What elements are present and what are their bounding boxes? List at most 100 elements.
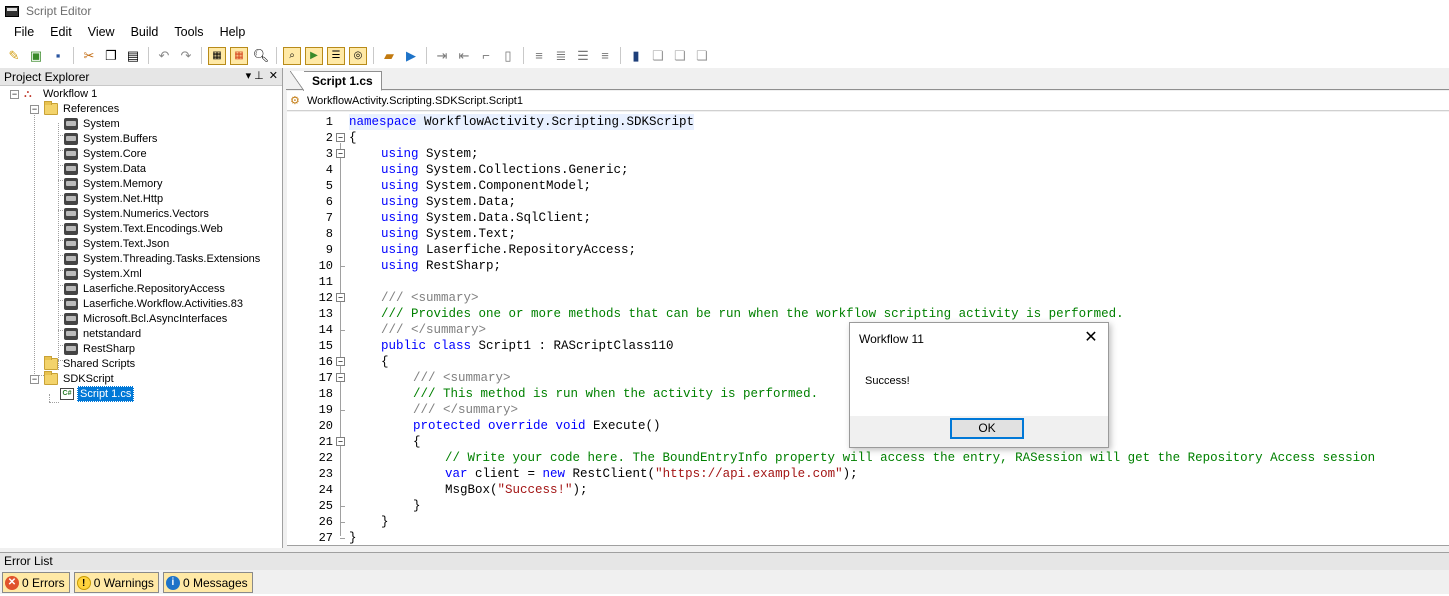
tree-node-reference[interactable]: System.Memory	[64, 176, 164, 191]
tree-label: System.Buffers	[83, 132, 158, 145]
warning-icon: !	[76, 575, 91, 590]
dialog-close-button[interactable]: ✕	[1081, 328, 1101, 348]
window-icon[interactable]: ▮	[627, 47, 645, 65]
code-line: /// <summary>	[381, 291, 479, 305]
tree-node-reference[interactable]: System.Text.Encodings.Web	[64, 221, 225, 236]
line-number: 16	[318, 355, 333, 369]
menu-file[interactable]: File	[6, 22, 42, 43]
justify-icon[interactable]: ≡	[596, 47, 614, 65]
tree-node-shared-scripts[interactable]: Shared Scripts	[44, 355, 137, 371]
paste-icon[interactable]: ▤	[124, 47, 142, 65]
script-window-icon[interactable]: ☰	[327, 46, 345, 65]
messages-count: 0 Messages	[182, 575, 248, 590]
project-explorer-panel: Project Explorer ▾ ⊥ ✕ − ⛬ Workflow 1 − …	[0, 68, 283, 548]
align-left-icon[interactable]: ≡	[530, 47, 548, 65]
tree-label: Laserfiche.RepositoryAccess	[83, 282, 225, 295]
menu-help[interactable]: Help	[212, 22, 254, 43]
run-icon[interactable]: ▶	[402, 47, 420, 65]
ok-button[interactable]: OK	[950, 418, 1024, 439]
line-number: 4	[325, 163, 333, 177]
tree-node-reference[interactable]: Laserfiche.Workflow.Activities.83	[64, 296, 245, 311]
tab-script1[interactable]: Script 1.cs	[290, 71, 382, 91]
cut-icon[interactable]: ✂	[80, 47, 98, 65]
copy-icon[interactable]: ❐	[102, 47, 120, 65]
fold-toggle[interactable]: −	[336, 373, 345, 382]
tree-node-reference[interactable]: System.Core	[64, 146, 149, 161]
comment-icon[interactable]: ⌐	[477, 47, 495, 65]
errors-filter-button[interactable]: ✕ 0 Errors	[2, 572, 70, 593]
fold-toggle[interactable]: −	[336, 437, 345, 446]
indent-icon[interactable]: ⇥	[433, 47, 451, 65]
tree-node-script-file[interactable]: C# Script 1.cs	[60, 385, 135, 402]
new-icon[interactable]: ✎	[5, 47, 23, 65]
tree-node-reference[interactable]: System.Threading.Tasks.Extensions	[64, 251, 262, 266]
toolbar-separator	[276, 47, 277, 64]
undo-icon[interactable]: ↶	[155, 47, 173, 65]
warnings-filter-button[interactable]: ! 0 Warnings	[73, 572, 159, 593]
debug-window-icon[interactable]: ◎	[349, 46, 367, 65]
find-replace-icon[interactable]: ⌕	[283, 46, 301, 65]
toggle-view-icon[interactable]: ▦	[208, 46, 226, 65]
tree-node-reference[interactable]: System.Xml	[64, 266, 144, 281]
close-icon[interactable]: ✕	[269, 69, 278, 82]
code-line: using System.Text;	[381, 227, 517, 241]
redo-icon[interactable]: ↷	[177, 47, 195, 65]
errors-count: 0 Errors	[22, 575, 65, 590]
menu-build[interactable]: Build	[123, 22, 167, 43]
fold-toggle[interactable]: −	[336, 133, 345, 142]
sdkscript-expander[interactable]: −	[30, 375, 39, 384]
menu-bar: File Edit View Build Tools Help	[0, 22, 1449, 43]
line-number: 7	[325, 211, 333, 225]
save-icon[interactable]: ▪	[49, 47, 67, 65]
code-line: using Laserfiche.RepositoryAccess;	[381, 243, 637, 257]
tree-node-reference[interactable]: Microsoft.Bcl.AsyncInterfaces	[64, 311, 229, 326]
tree-node-reference[interactable]: Laserfiche.RepositoryAccess	[64, 281, 227, 296]
close-all-icon[interactable]: ❏	[693, 47, 711, 65]
align-center-icon[interactable]: ≣	[552, 47, 570, 65]
line-number: 3	[325, 147, 333, 161]
line-number: 20	[318, 419, 333, 433]
references-expander[interactable]: −	[30, 105, 39, 114]
find-icon[interactable]: 🔍︎	[252, 47, 270, 65]
project-explorer-title: Project Explorer	[4, 69, 90, 84]
menu-tools[interactable]: Tools	[166, 22, 211, 43]
tree-node-reference[interactable]: System.Text.Json	[64, 236, 171, 251]
line-number: 15	[318, 339, 333, 353]
fold-toggle[interactable]: −	[336, 357, 345, 366]
tree-node-references[interactable]: References	[44, 100, 121, 116]
line-number-gutter: 1 2 3 4 5 6 7 8 9 10 11 12 13 14 15 16 1…	[287, 112, 335, 545]
error-list-title: Error List	[0, 553, 1449, 570]
pin-icon[interactable]: ▾ ⊥	[246, 69, 264, 82]
tree-node-reference[interactable]: RestSharp	[64, 341, 137, 356]
uncomment-icon[interactable]: ▯	[499, 47, 517, 65]
tree-node-reference[interactable]: System.Data	[64, 161, 148, 176]
messages-filter-button[interactable]: i 0 Messages	[162, 572, 253, 593]
highlight-icon[interactable]: ▦	[230, 46, 248, 65]
cascade-icon[interactable]: ❏	[649, 47, 667, 65]
build-icon[interactable]: ▰	[380, 47, 398, 65]
tree-node-reference[interactable]: System	[64, 116, 122, 131]
class-navigation-bar[interactable]: ⚙ WorkflowActivity.Scripting.SDKScript.S…	[287, 91, 1449, 111]
tree-node-reference[interactable]: System.Net.Http	[64, 191, 165, 206]
run-window-icon[interactable]: ▶	[305, 46, 323, 65]
assembly-icon	[64, 282, 78, 295]
tree-label: System.Xml	[83, 267, 142, 280]
open-icon[interactable]: ▣	[27, 47, 45, 65]
tile-icon[interactable]: ❏	[671, 47, 689, 65]
menu-edit[interactable]: Edit	[42, 22, 80, 43]
align-right-icon[interactable]: ☰	[574, 47, 592, 65]
tree-node-sdkscript[interactable]: SDKScript	[44, 370, 116, 386]
tree-node-reference[interactable]: netstandard	[64, 326, 143, 341]
workflow-expander[interactable]: −	[10, 90, 19, 99]
dialog-titlebar[interactable]: Workflow 11 ✕	[850, 323, 1108, 354]
tree-node-reference[interactable]: System.Numerics.Vectors	[64, 206, 211, 221]
message-dialog: Workflow 11 ✕ Success! OK	[849, 322, 1109, 448]
menu-view[interactable]: View	[80, 22, 123, 43]
fold-toggle[interactable]: −	[336, 149, 345, 158]
tree-node-workflow[interactable]: ⛬ Workflow 1	[24, 86, 99, 101]
outdent-icon[interactable]: ⇤	[455, 47, 473, 65]
fold-line	[340, 143, 341, 536]
tree-node-reference[interactable]: System.Buffers	[64, 131, 159, 146]
fold-toggle[interactable]: −	[336, 293, 345, 302]
error-icon: ✕	[5, 575, 19, 590]
